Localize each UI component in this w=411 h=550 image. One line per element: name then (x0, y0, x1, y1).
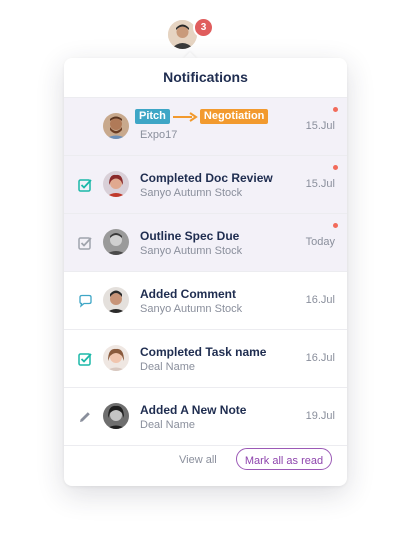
check-square-icon (78, 179, 92, 192)
avatar (103, 345, 129, 371)
avatar (103, 403, 129, 429)
view-all-link[interactable]: View all (179, 454, 217, 466)
avatar (103, 287, 129, 313)
notification-row[interactable]: Completed Task name Deal Name 16.Jul (64, 330, 347, 388)
notification-date: 16.Jul (305, 352, 335, 364)
notification-subtitle: Sanyo Autumn Stock (140, 303, 243, 315)
notification-row[interactable]: Outline Spec Due Sanyo Autumn Stock Toda… (64, 214, 347, 272)
pencil-icon (80, 412, 90, 422)
notification-row[interactable]: Added Comment Sanyo Autumn Stock 16.Jul (64, 272, 347, 330)
notification-date: Today (305, 236, 335, 248)
notification-title: Outline Spec Due (140, 229, 240, 243)
avatar (103, 229, 129, 255)
check-square-icon (78, 237, 92, 250)
mark-all-read-button[interactable]: Mark all as read (236, 448, 332, 470)
notification-date: 16.Jul (305, 294, 335, 306)
notification-row[interactable]: Pitch Negotiation Expo17 15.Jul (64, 98, 347, 156)
notification-title: Added A New Note (140, 403, 247, 417)
to-stage-badge: Negotiation (199, 109, 269, 124)
notification-subtitle: Deal Name (140, 419, 196, 431)
unread-dot (333, 165, 338, 170)
notification-row[interactable]: Completed Doc Review Sanyo Autumn Stock … (64, 156, 347, 214)
panel-title: Notifications (64, 58, 347, 98)
stage-change: Pitch Negotiation (135, 109, 269, 124)
unread-dot (333, 107, 338, 112)
notification-count-badge: 3 (193, 17, 214, 38)
notification-title: Completed Task name (140, 345, 267, 359)
notification-subtitle: Expo17 (140, 129, 178, 141)
arrow-right-icon (172, 111, 198, 122)
avatar (103, 171, 129, 197)
notification-subtitle: Sanyo Autumn Stock (140, 245, 243, 257)
check-square-icon (78, 353, 92, 366)
notification-title: Completed Doc Review (140, 171, 273, 185)
notification-date: 15.Jul (305, 120, 335, 132)
notification-date: 19.Jul (305, 410, 335, 422)
notifications-panel: Notifications Pitch Negotiation Expo17 1… (64, 58, 347, 486)
notification-date: 15.Jul (305, 178, 335, 190)
unread-dot (333, 223, 338, 228)
comment-icon (79, 294, 92, 308)
panel-footer: View all Mark all as read (64, 436, 347, 486)
avatar (103, 113, 129, 139)
from-stage-badge: Pitch (135, 109, 170, 124)
notification-subtitle: Sanyo Autumn Stock (140, 187, 243, 199)
notification-title: Added Comment (140, 287, 236, 301)
notification-subtitle: Deal Name (140, 361, 196, 373)
